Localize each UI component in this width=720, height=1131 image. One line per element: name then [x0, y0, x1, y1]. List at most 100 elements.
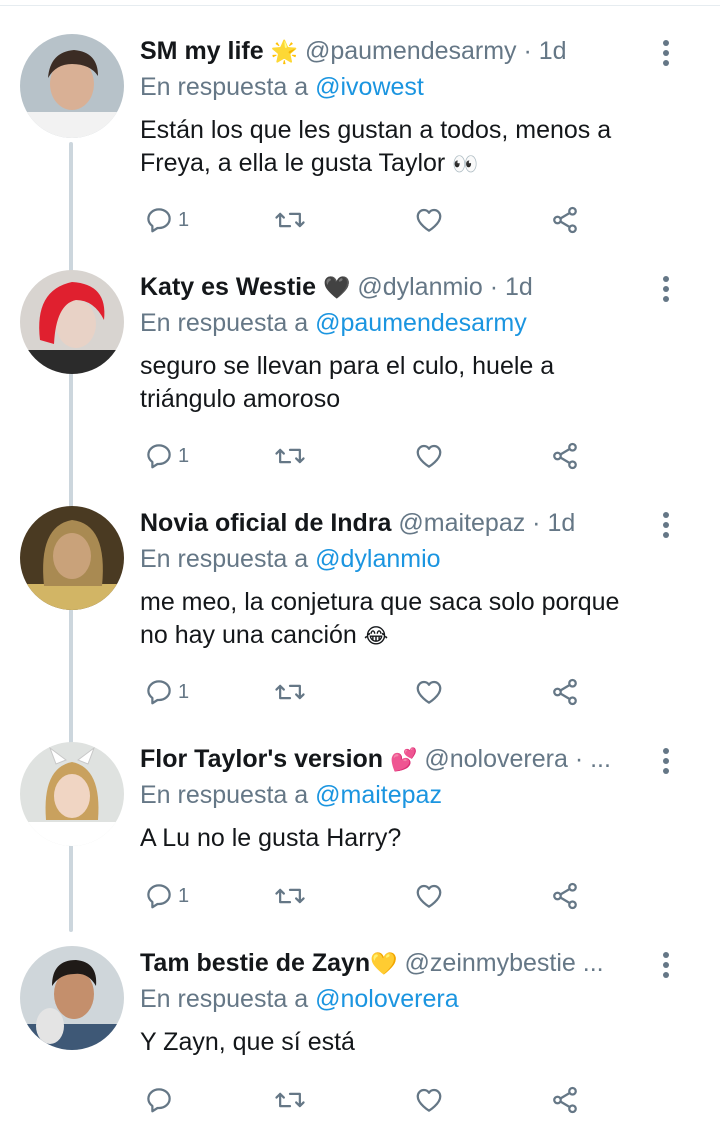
handle-and-time[interactable]: @zeinmybestie ... — [405, 949, 604, 977]
like-button[interactable] — [414, 876, 444, 916]
like-button[interactable] — [414, 200, 444, 240]
avatar[interactable] — [20, 946, 124, 1050]
heart-icon — [416, 208, 442, 232]
handle-and-time[interactable]: @dylanmio · 1d — [357, 273, 532, 301]
retweet-icon — [275, 1092, 305, 1108]
retweet-button[interactable] — [274, 200, 306, 240]
reply-to-link[interactable]: @maitepaz — [315, 781, 442, 809]
tweet-actions — [140, 1080, 600, 1120]
avatar[interactable] — [20, 270, 124, 374]
retweet-icon — [275, 888, 305, 904]
tweet-header: Novia oficial de Indra @maitepaz · 1d — [140, 506, 650, 540]
handle-and-time[interactable]: @paumendesarmy · 1d — [305, 37, 567, 65]
reply-prefix: En respuesta a — [140, 545, 309, 573]
share-icon — [553, 206, 577, 234]
display-name[interactable]: Tam bestie de Zayn — [140, 949, 370, 977]
heart-icon — [416, 680, 442, 704]
avatar[interactable] — [20, 742, 124, 846]
more-options-icon[interactable] — [656, 512, 676, 542]
display-name[interactable]: SM my life — [140, 37, 264, 65]
tweet-header: SM my life 🌟 @paumendesarmy · 1d — [140, 34, 650, 68]
retweet-icon — [275, 212, 305, 228]
heart-icon — [416, 444, 442, 468]
display-name[interactable]: Katy es Westie — [140, 273, 316, 301]
heart-icon — [416, 1088, 442, 1112]
share-icon — [553, 678, 577, 706]
reply-count: 1 — [178, 680, 190, 703]
reply-button[interactable]: 1 — [144, 876, 189, 916]
comment-icon — [147, 444, 171, 469]
tweet-text-emoji: 👀 — [452, 152, 479, 176]
name-emoji: 🖤 — [322, 276, 351, 301]
more-options-icon[interactable] — [656, 952, 676, 982]
display-name[interactable]: Novia oficial de Indra — [140, 509, 391, 537]
reply-prefix: En respuesta a — [140, 73, 309, 101]
tweet-header: Tam bestie de Zayn💛 @zeinmybestie ... — [140, 946, 650, 980]
tweet-text-body: A Lu no le gusta Harry? — [140, 824, 402, 852]
share-button[interactable] — [550, 200, 580, 240]
reply-to-link[interactable]: @noloverera — [315, 985, 459, 1013]
retweet-button[interactable] — [274, 436, 306, 476]
retweet-button[interactable] — [274, 672, 306, 712]
like-button[interactable] — [414, 672, 444, 712]
share-button[interactable] — [550, 436, 580, 476]
tweet-text-body: Y Zayn, que sí está — [140, 1028, 355, 1056]
like-button[interactable] — [414, 1080, 444, 1120]
reply-context: En respuesta a @paumendesarmy — [140, 306, 650, 340]
reply-button[interactable] — [144, 1080, 174, 1120]
share-button[interactable] — [550, 876, 580, 916]
tweet-text-body: seguro se llevan para el culo, huele a t… — [140, 352, 555, 413]
reply-count: 1 — [178, 884, 190, 907]
reply-button[interactable]: 1 — [144, 200, 189, 240]
avatar[interactable] — [20, 34, 124, 138]
handle-and-time[interactable]: @maitepaz · 1d — [398, 509, 575, 537]
tweet-text-emoji: 😂 — [363, 624, 389, 648]
retweet-icon — [275, 448, 305, 464]
retweet-icon — [275, 684, 305, 700]
reply-context: En respuesta a @noloverera — [140, 982, 650, 1016]
handle-and-time[interactable]: @noloverera · ... — [424, 745, 611, 773]
more-options-icon[interactable] — [656, 748, 676, 778]
tweet-text: Están los que les gustan a todos, menos … — [140, 114, 650, 181]
comment-icon — [147, 208, 171, 233]
top-divider — [0, 0, 720, 6]
comment-icon — [147, 884, 171, 909]
name-emoji: 💛 — [370, 952, 398, 977]
share-button[interactable] — [550, 1080, 580, 1120]
tweet-header: Flor Taylor's version 💕 @noloverera · ..… — [140, 742, 650, 776]
display-name[interactable]: Flor Taylor's version — [140, 745, 383, 773]
share-button[interactable] — [550, 672, 580, 712]
reply-count: 1 — [178, 444, 190, 467]
comment-icon — [147, 1088, 171, 1113]
more-options-icon[interactable] — [656, 276, 676, 306]
reply-button[interactable]: 1 — [144, 672, 189, 712]
tweet-header: Katy es Westie 🖤 @dylanmio · 1d — [140, 270, 650, 304]
share-icon — [553, 882, 577, 910]
tweet-text: me meo, la conjetura que saca solo porqu… — [140, 586, 650, 653]
reply-context: En respuesta a @dylanmio — [140, 542, 650, 576]
reply-count: 1 — [178, 208, 190, 231]
like-button[interactable] — [414, 436, 444, 476]
name-emoji: 🌟 — [270, 40, 299, 65]
tweet-actions: 1 — [140, 876, 600, 916]
comment-icon — [147, 680, 171, 705]
avatar[interactable] — [20, 506, 124, 610]
retweet-button[interactable] — [274, 1080, 306, 1120]
reply-context: En respuesta a @maitepaz — [140, 778, 650, 812]
tweet-actions: 1 — [140, 672, 600, 712]
reply-prefix: En respuesta a — [140, 985, 309, 1013]
retweet-button[interactable] — [274, 876, 306, 916]
reply-button[interactable]: 1 — [144, 436, 189, 476]
share-icon — [553, 1086, 577, 1114]
heart-icon — [416, 884, 442, 908]
reply-context: En respuesta a @ivowest — [140, 70, 650, 104]
reply-to-link[interactable]: @ivowest — [315, 73, 424, 101]
tweet-actions: 1 — [140, 200, 600, 240]
tweet-text: A Lu no le gusta Harry? — [140, 822, 650, 856]
reply-to-link[interactable]: @dylanmio — [315, 545, 440, 573]
reply-to-link[interactable]: @paumendesarmy — [315, 309, 527, 337]
tweet-actions: 1 — [140, 436, 600, 476]
more-options-icon[interactable] — [656, 40, 676, 70]
tweet-text: Y Zayn, que sí está — [140, 1026, 650, 1059]
share-icon — [553, 442, 577, 470]
